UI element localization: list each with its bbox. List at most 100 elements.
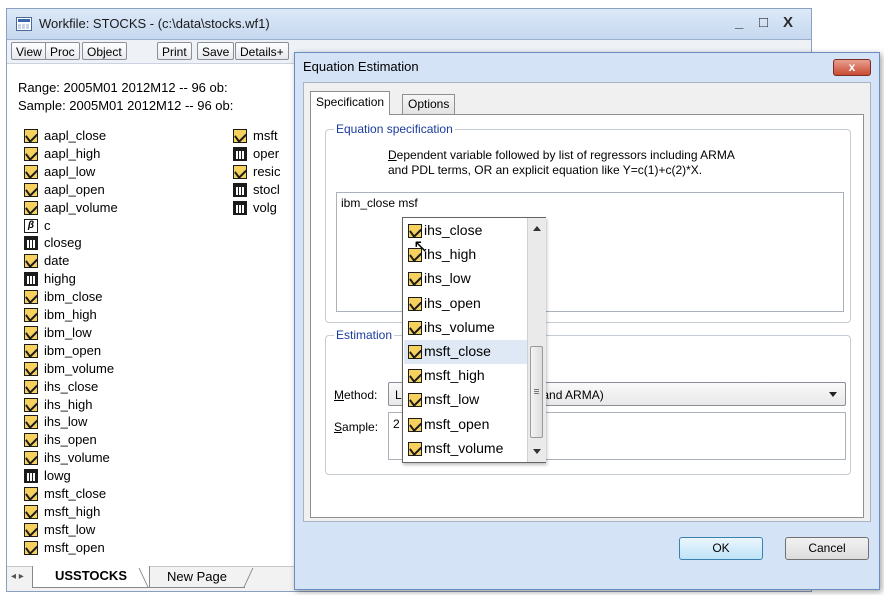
- series-icon: [233, 164, 247, 179]
- autocomplete-item-ihs_open[interactable]: ihs_open: [404, 292, 528, 316]
- object-label: aapl_low: [44, 163, 96, 179]
- workfile-title: Workfile: STOCKS - (c:\data\stocks.wf1): [39, 16, 270, 31]
- series-icon: [24, 308, 38, 322]
- minimize-button[interactable]: _: [735, 14, 743, 31]
- grip-icon: [534, 389, 539, 395]
- series-icon: [24, 146, 38, 161]
- tab-new-page[interactable]: New Page: [149, 568, 245, 588]
- series-icon: [408, 272, 422, 287]
- range-info[interactable]: Range: 2005M01 2012M12 -- 96 ob:: [18, 80, 228, 95]
- dialog-close-button[interactable]: x: [833, 59, 871, 76]
- equation-estimation-dialog: Equation Estimation x Options Equation s…: [294, 52, 880, 590]
- tab-specification[interactable]: Specification: [310, 91, 391, 115]
- scroll-down-icon[interactable]: [533, 449, 541, 454]
- equation-spec-text: ibm_close msf: [341, 196, 418, 210]
- object-button[interactable]: Object: [82, 42, 127, 60]
- mouse-cursor-icon: ↖: [413, 236, 429, 256]
- tab-nav-arrows[interactable]: ◂ ▸: [11, 571, 24, 582]
- series-icon: [24, 343, 38, 358]
- autocomplete-item-msft_open[interactable]: msft_open: [404, 413, 528, 437]
- series-icon: [24, 487, 38, 501]
- autocomplete-label: ihs_high: [424, 246, 477, 263]
- tab-usstocks[interactable]: USSTOCKS: [32, 566, 150, 588]
- object-label: ibm_high: [44, 307, 97, 322]
- series-icon: [24, 290, 38, 305]
- object-label: msft_high: [44, 503, 101, 519]
- autocomplete-item-ihs_volume[interactable]: ihs_volume: [404, 316, 528, 340]
- series-icon: [408, 417, 422, 432]
- object-label: ibm_open: [44, 342, 102, 358]
- autocomplete-label: msft_open: [424, 415, 490, 432]
- object-label: oper: [253, 145, 280, 161]
- spec-help-line1-rest: ependent variable followed by list of re…: [396, 148, 735, 162]
- object-label: ihs_low: [44, 414, 88, 430]
- maximize-button[interactable]: □: [759, 14, 768, 31]
- scroll-thumb[interactable]: [530, 346, 543, 438]
- autocomplete-item-msft_volume[interactable]: msft_volume: [404, 437, 528, 461]
- object-label: ibm_close: [44, 289, 103, 305]
- series-icon: [24, 540, 38, 555]
- series-icon: [24, 504, 38, 519]
- object-label: closeg: [44, 235, 82, 251]
- series-icon: [24, 361, 38, 376]
- print-button[interactable]: Print: [157, 42, 192, 60]
- chevron-down-icon[interactable]: [829, 392, 837, 397]
- series-icon: [24, 129, 38, 143]
- object-label: ihs_open: [44, 432, 97, 448]
- ok-button[interactable]: OK: [679, 537, 763, 560]
- series-icon: [24, 325, 38, 340]
- series-icon: [24, 164, 38, 179]
- autocomplete-item-ihs_low[interactable]: ihs_low: [404, 267, 528, 291]
- object-label: lowg: [44, 468, 71, 484]
- series-icon: [24, 433, 38, 448]
- graph-icon: [24, 469, 38, 484]
- tab-options[interactable]: Options: [402, 94, 456, 115]
- series-icon: [408, 441, 422, 456]
- graph-icon: [233, 182, 247, 197]
- cancel-button[interactable]: Cancel: [785, 537, 869, 560]
- object-label: stocl: [253, 181, 280, 197]
- autocomplete-item-msft_low[interactable]: msft_low: [404, 388, 528, 412]
- dialog-titlebar[interactable]: Equation Estimation x: [295, 53, 879, 81]
- series-icon: [408, 369, 422, 384]
- autocomplete-item-msft_close[interactable]: msft_close: [404, 340, 528, 364]
- sample-text: 2: [393, 417, 400, 431]
- object-label: aapl_open: [44, 181, 105, 197]
- view-button[interactable]: View: [11, 42, 47, 60]
- sample-info[interactable]: Sample: 2005M01 2012M12 -- 96 ob:: [18, 98, 233, 113]
- graph-icon: [24, 272, 38, 287]
- series-icon: [408, 345, 422, 359]
- autocomplete-label: ihs_open: [424, 294, 481, 311]
- estimation-settings-title: Estimation: [334, 328, 395, 342]
- object-label: volg: [253, 199, 277, 215]
- autocomplete-item-msft_high[interactable]: msft_high: [404, 364, 528, 388]
- series-icon: [24, 522, 38, 537]
- spec-help-line2: and PDL terms, OR an explicit equation l…: [388, 163, 703, 177]
- object-label: aapl_high: [44, 145, 101, 161]
- specification-panel: Equation specification Dependent variabl…: [310, 114, 864, 518]
- object-label: ihs_volume: [44, 450, 110, 466]
- workfile-titlebar[interactable]: Workfile: STOCKS - (c:\data\stocks.wf1) …: [7, 9, 811, 40]
- scroll-up-icon[interactable]: [533, 226, 541, 231]
- autocomplete-label: ihs_close: [424, 222, 483, 238]
- popup-scrollbar[interactable]: [527, 218, 546, 462]
- save-button[interactable]: Save: [197, 42, 235, 60]
- series-icon: [24, 200, 38, 215]
- series-icon: [408, 320, 422, 335]
- proc-button[interactable]: Proc: [45, 42, 80, 60]
- autocomplete-label: msft_high: [424, 367, 485, 384]
- object-label: ibm_low: [44, 324, 92, 340]
- dialog-title: Equation Estimation: [303, 59, 419, 74]
- graph-icon: [24, 236, 38, 251]
- details-button[interactable]: Details+: [235, 42, 289, 60]
- graph-icon: [233, 146, 247, 161]
- object-label: msft: [253, 128, 278, 143]
- object-label: highg: [44, 271, 76, 287]
- series-icon: [24, 182, 38, 197]
- close-button[interactable]: X: [783, 14, 793, 31]
- workfile-icon: [16, 17, 32, 31]
- sample-label: Sample:: [334, 420, 379, 434]
- autocomplete-label: msft_low: [424, 391, 480, 408]
- object-label: resic: [253, 163, 281, 179]
- autocomplete-label: msft_close: [424, 343, 491, 359]
